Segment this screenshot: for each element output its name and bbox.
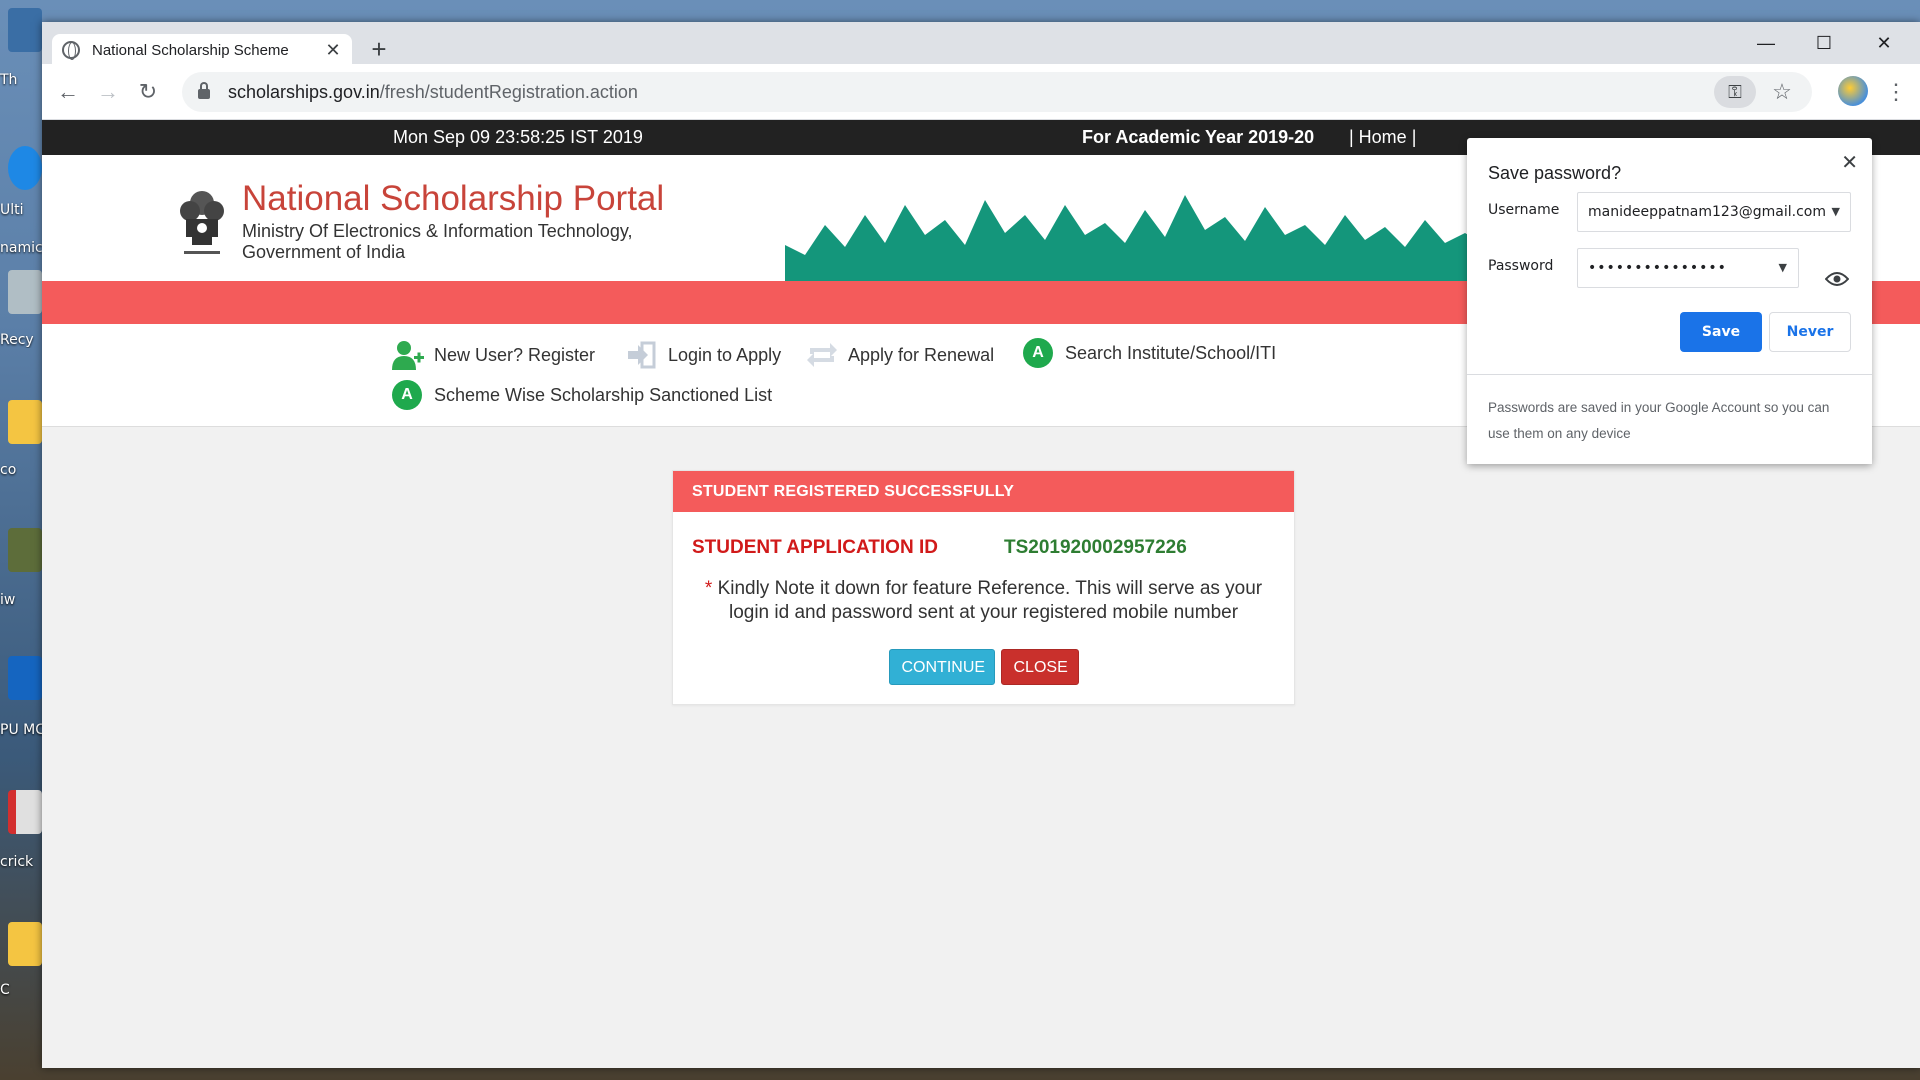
- password-field[interactable]: ••••••••••••••• ▼: [1577, 248, 1799, 288]
- close-button[interactable]: CLOSE: [1000, 649, 1079, 685]
- browser-menu-icon[interactable]: ⋮: [1884, 76, 1908, 108]
- desktop-shortcut-icon[interactable]: [8, 146, 42, 190]
- application-id-label: STUDENT APPLICATION ID: [692, 537, 938, 558]
- browser-window: National Scholarship Scheme ✕ + — ☐ ✕ ← …: [42, 22, 1920, 1068]
- registration-success-card: STUDENT REGISTERED SUCCESSFULLY STUDENT …: [672, 470, 1295, 705]
- new-tab-button[interactable]: +: [364, 36, 394, 62]
- desktop-label: namic: [0, 240, 42, 256]
- folder-icon[interactable]: [8, 922, 42, 966]
- url-text[interactable]: scholarships.gov.in/fresh/studentRegistr…: [228, 82, 638, 103]
- nav-new-user-register[interactable]: New User? Register: [392, 340, 595, 370]
- password-mask: •••••••••••••••: [1588, 260, 1727, 276]
- nav-label: Search Institute/School/ITI: [1065, 342, 1277, 363]
- recycle-bin-icon[interactable]: [8, 270, 42, 314]
- dialog-close-icon[interactable]: ✕: [1841, 150, 1858, 174]
- card-title: STUDENT REGISTERED SUCCESSFULLY: [673, 471, 1294, 512]
- academic-year: For Academic Year 2019-20: [1082, 127, 1315, 147]
- tab-title: National Scholarship Scheme: [92, 41, 289, 59]
- chevron-down-icon[interactable]: ▼: [1779, 249, 1788, 287]
- nav-login-to-apply[interactable]: Login to Apply: [626, 340, 781, 370]
- nav-label: Login to Apply: [668, 344, 782, 365]
- ministry-name: Ministry Of Electronics & Information Te…: [242, 221, 633, 262]
- key-icon[interactable]: ⚿: [1714, 76, 1756, 108]
- game-shortcut-icon[interactable]: [8, 528, 42, 572]
- desktop-label: Th: [0, 72, 18, 88]
- nav-apply-for-renewal[interactable]: Apply for Renewal: [806, 340, 994, 370]
- save-password-dialog: Save password? ✕ Username manideeppatnam…: [1467, 138, 1872, 464]
- desktop-shortcut-icon[interactable]: [8, 8, 42, 52]
- folder-icon[interactable]: [8, 400, 42, 444]
- desktop-label: crick: [0, 854, 34, 870]
- desktop-strip: Th Ulti namic Recy co iw PU MC crick C: [0, 0, 42, 1080]
- nav-label: Apply for Renewal: [848, 344, 995, 365]
- username-label: Username: [1488, 202, 1560, 218]
- desktop-label: C: [0, 982, 10, 998]
- server-datetime: Mon Sep 09 23:58:25 IST 2019: [393, 127, 643, 147]
- dialog-title: Save password?: [1488, 163, 1622, 183]
- reference-note: * Kindly Note it down for feature Refere…: [673, 577, 1294, 625]
- never-save-button[interactable]: Never: [1769, 312, 1851, 352]
- desktop-label: Ulti: [0, 202, 24, 218]
- bookmark-star-icon[interactable]: ☆: [1766, 76, 1798, 108]
- browser-toolbar: ← → ↻ scholarships.gov.in/fresh/studentR…: [42, 64, 1920, 120]
- desktop-label: iw: [0, 592, 16, 608]
- address-bar[interactable]: scholarships.gov.in/fresh/studentRegistr…: [182, 72, 1812, 112]
- tab-national-scholarship[interactable]: National Scholarship Scheme ✕: [52, 34, 352, 66]
- chevron-down-icon[interactable]: ▼: [1832, 193, 1840, 231]
- desktop-label: Recy: [0, 332, 34, 348]
- add-user-icon: [392, 341, 424, 370]
- green-a-icon: A: [392, 380, 424, 410]
- nav-label: Scheme Wise Scholarship Sanctioned List: [434, 384, 773, 405]
- password-footer-note: Passwords are saved in your Google Accou…: [1467, 374, 1872, 464]
- forward-button[interactable]: →: [92, 76, 124, 108]
- username-value: manideeppatnam123@gmail.com: [1588, 204, 1826, 220]
- note-text: Kindly Note it down for feature Referenc…: [717, 578, 1263, 623]
- app-shortcut-icon[interactable]: [8, 656, 42, 700]
- username-field[interactable]: manideeppatnam123@gmail.com ▼: [1577, 192, 1851, 232]
- national-emblem-icon: [180, 191, 224, 254]
- green-a-icon: A: [1023, 338, 1055, 368]
- portal-title: National Scholarship Portal: [242, 179, 665, 218]
- graduates-banner-icon: [785, 195, 1485, 281]
- minimize-button[interactable]: —: [1738, 28, 1794, 58]
- application-id-value: TS201920002957226: [1004, 537, 1187, 558]
- window-close-button[interactable]: ✕: [1856, 28, 1912, 58]
- back-button[interactable]: ←: [52, 76, 84, 108]
- password-label: Password: [1488, 258, 1554, 274]
- profile-avatar[interactable]: [1838, 76, 1868, 106]
- login-arrow-icon: [628, 341, 656, 369]
- close-tab-icon[interactable]: ✕: [324, 40, 342, 61]
- desktop-label: co: [0, 462, 17, 478]
- nav-search-institute[interactable]: A Search Institute/School/ITI: [1023, 338, 1276, 368]
- pdf-file-icon[interactable]: [8, 790, 42, 834]
- continue-button[interactable]: CONTINUE: [888, 649, 995, 685]
- tab-strip: National Scholarship Scheme ✕ + — ☐ ✕: [42, 22, 1920, 66]
- nav-label: New User? Register: [434, 344, 596, 365]
- renew-icon: [807, 343, 837, 367]
- show-password-eye-icon[interactable]: [1825, 270, 1849, 288]
- desktop-label: PU MC: [0, 722, 42, 738]
- card-actions: CONTINUE CLOSE: [673, 649, 1294, 685]
- nav-scheme-wise-list[interactable]: A Scheme Wise Scholarship Sanctioned Lis…: [392, 380, 772, 410]
- save-password-button[interactable]: Save: [1680, 312, 1762, 352]
- lock-icon[interactable]: [198, 82, 210, 99]
- required-asterisk: *: [704, 578, 713, 599]
- reload-button[interactable]: ↻: [132, 76, 164, 108]
- globe-icon: [62, 41, 80, 60]
- maximize-button[interactable]: ☐: [1796, 28, 1852, 58]
- home-link[interactable]: | Home |: [1349, 127, 1416, 148]
